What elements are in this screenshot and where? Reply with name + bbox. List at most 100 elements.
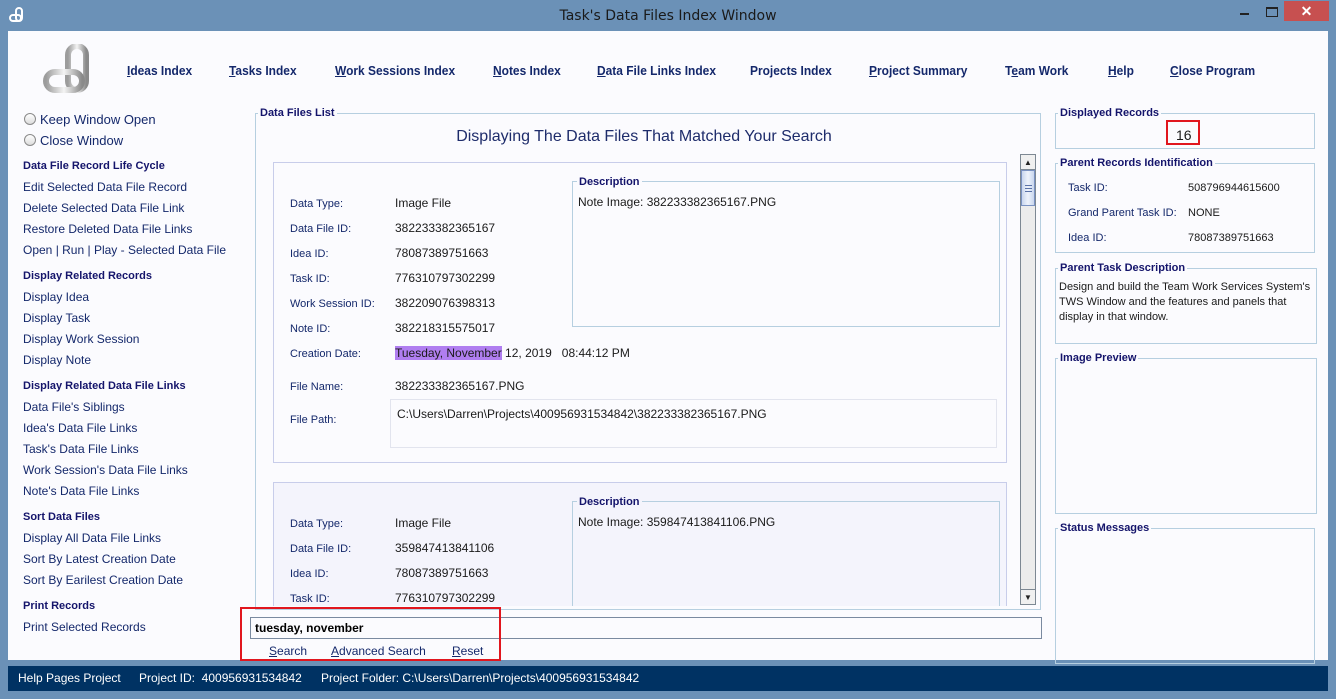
sort-earliest-link[interactable]: Sort By Earilest Creation Date <box>23 573 183 587</box>
note-id-value: 382218315575017 <box>395 321 496 335</box>
nav-close-program[interactable]: Close Program <box>1170 63 1255 78</box>
nav-projects-index[interactable]: Projects Index <box>750 63 832 78</box>
mnemonic: R <box>452 644 461 658</box>
display-note-link[interactable]: Display Note <box>23 353 91 367</box>
radio-label: Close Window <box>40 132 124 148</box>
list-heading: Displaying The Data Files That Matched Y… <box>456 128 832 145</box>
work-session-data-file-links[interactable]: Work Session's Data File Links <box>23 463 188 477</box>
description-text: Note Image: 382233382365167.PNG <box>578 195 777 209</box>
nav-data-file-links-index[interactable]: Data File Links Index <box>597 63 716 78</box>
data-file-id-label: Data File ID: <box>290 223 352 235</box>
idea-id-value: 78087389751663 <box>395 246 489 260</box>
search-input[interactable] <box>250 617 1042 639</box>
keep-window-open-radio[interactable]: Keep Window Open <box>24 110 156 128</box>
project-folder: Project Folder: C:\Users\Darren\Projects… <box>321 671 640 685</box>
idea-data-file-links[interactable]: Idea's Data File Links <box>23 421 137 435</box>
data-type-label: Data Type: <box>290 198 343 210</box>
search-button[interactable]: Search <box>269 644 307 658</box>
restore-deleted-links[interactable]: Restore Deleted Data File Links <box>23 222 192 236</box>
open-run-play-link[interactable]: Open | Run | Play - Selected Data File <box>23 243 226 257</box>
group-legend: Parent Task Description <box>1060 262 1186 274</box>
search-match-highlight: Tuesday, November <box>395 346 502 360</box>
button-label: eset <box>460 644 484 658</box>
group-legend: Image Preview <box>1060 352 1137 364</box>
task-id-value: 776310797302299 <box>395 271 496 285</box>
nav-notes-index[interactable]: Notes Index <box>493 63 561 78</box>
project-name: Help Pages Project <box>18 671 121 685</box>
nav-ideas-index[interactable]: Ideas Index <box>127 63 192 78</box>
section-heading-related-records: Display Related Records <box>23 270 152 282</box>
creation-date-rest: 12, 2019 08:44:12 PM <box>501 346 630 360</box>
delete-selected-link[interactable]: Delete Selected Data File Link <box>23 201 184 215</box>
data-type-value: Image File <box>395 516 452 530</box>
minimize-button[interactable] <box>1237 1 1267 21</box>
display-work-session-link[interactable]: Display Work Session <box>23 332 139 346</box>
section-heading-sort: Sort Data Files <box>23 511 101 523</box>
data-file-id-value: 382233382365167 <box>395 221 496 235</box>
print-selected-records-link[interactable]: Print Selected Records <box>23 620 146 634</box>
note-data-file-links[interactable]: Note's Data File Links <box>23 484 139 498</box>
records-scrollbar[interactable]: ▲ ▼ <box>1020 154 1036 605</box>
display-all-links[interactable]: Display All Data File Links <box>23 531 161 545</box>
grand-parent-task-id-value: NONE <box>1188 207 1220 219</box>
parent-task-id-label: Task ID: <box>1068 182 1108 194</box>
close-window-button[interactable]: ✕ <box>1284 1 1329 21</box>
description-text: Note Image: 359847413841106.PNG <box>578 515 776 529</box>
work-session-id-label: Work Session ID: <box>290 298 375 310</box>
scroll-up-arrow-icon[interactable]: ▲ <box>1021 155 1035 170</box>
data-file-id-label: Data File ID: <box>290 543 352 555</box>
button-label: earch <box>277 644 308 658</box>
parent-task-description-text: Design and build the Team Work Services … <box>1059 281 1311 323</box>
advanced-search-button[interactable]: Advanced Search <box>331 644 426 658</box>
task-id-label: Task ID: <box>290 593 330 605</box>
mnemonic: S <box>269 644 278 658</box>
nav-tasks-index[interactable]: Tasks Index <box>229 63 297 78</box>
file-name-value: 382233382365167.PNG <box>395 379 525 393</box>
description-group: Description Note Image: 359847413841106.… <box>572 496 1000 606</box>
task-data-file-links[interactable]: Task's Data File Links <box>23 442 139 456</box>
parent-idea-id-label: Idea ID: <box>1068 232 1107 244</box>
display-idea-link[interactable]: Display Idea <box>23 290 89 304</box>
idea-id-label: Idea ID: <box>290 568 329 580</box>
nav-label: ata File Links Index <box>605 63 716 78</box>
sort-latest-link[interactable]: Sort By Latest Creation Date <box>23 552 176 566</box>
scroll-thumb[interactable] <box>1021 170 1035 206</box>
parent-idea-id-value: 78087389751663 <box>1188 232 1274 244</box>
description-group: Description Note Image: 382233382365167.… <box>572 176 1000 327</box>
idea-id-value: 78087389751663 <box>395 566 489 580</box>
nav-label: elp <box>1116 63 1134 78</box>
nav-label: otes Index <box>501 63 561 78</box>
nav-help[interactable]: Help <box>1108 63 1134 78</box>
status-bar: Help Pages Project Project ID: 400956931… <box>8 666 1328 691</box>
edit-selected-record-link[interactable]: Edit Selected Data File Record <box>23 180 187 194</box>
idea-id-label: Idea ID: <box>290 248 329 260</box>
reset-button[interactable]: Reset <box>452 644 483 658</box>
nav-label: am Work <box>1018 63 1069 78</box>
scroll-down-arrow-icon[interactable]: ▼ <box>1021 589 1035 604</box>
image-preview-group: Image Preview <box>1055 352 1317 514</box>
nav-team-work[interactable]: Team Work <box>1005 63 1068 78</box>
close-window-radio[interactable]: Close Window <box>24 131 123 149</box>
data-file-siblings-link[interactable]: Data File's Siblings <box>23 400 125 414</box>
app-logo-chain-icon <box>43 44 89 93</box>
nav-work-sessions-index[interactable]: Work Sessions Index <box>335 63 455 78</box>
note-id-label: Note ID: <box>290 323 331 335</box>
data-type-label: Data Type: <box>290 518 343 530</box>
display-task-link[interactable]: Display Task <box>23 311 90 325</box>
nav-label: lose Program <box>1178 63 1256 78</box>
mnemonic: P <box>869 63 877 78</box>
record-card[interactable]: Data Type: Image File Data File ID: 3598… <box>273 482 1007 606</box>
group-legend: Displayed Records <box>1060 107 1160 119</box>
nav-label: deas Index <box>130 63 193 78</box>
record-card[interactable]: Data Type: Image File Data File ID: 3822… <box>273 162 1007 463</box>
mnemonic: A <box>331 644 340 658</box>
radio-button[interactable] <box>24 113 36 125</box>
file-name-label: File Name: <box>290 381 344 393</box>
file-path-box: C:\Users\Darren\Projects\400956931534842… <box>390 399 997 448</box>
window-title: Task's Data Files Index Window <box>559 8 777 24</box>
nav-project-summary[interactable]: Project Summary <box>869 63 967 78</box>
creation-date-label: Creation Date: <box>290 348 361 360</box>
section-heading-print: Print Records <box>23 600 96 612</box>
radio-button[interactable] <box>24 134 36 146</box>
nav-label: roject Summary <box>876 63 968 78</box>
